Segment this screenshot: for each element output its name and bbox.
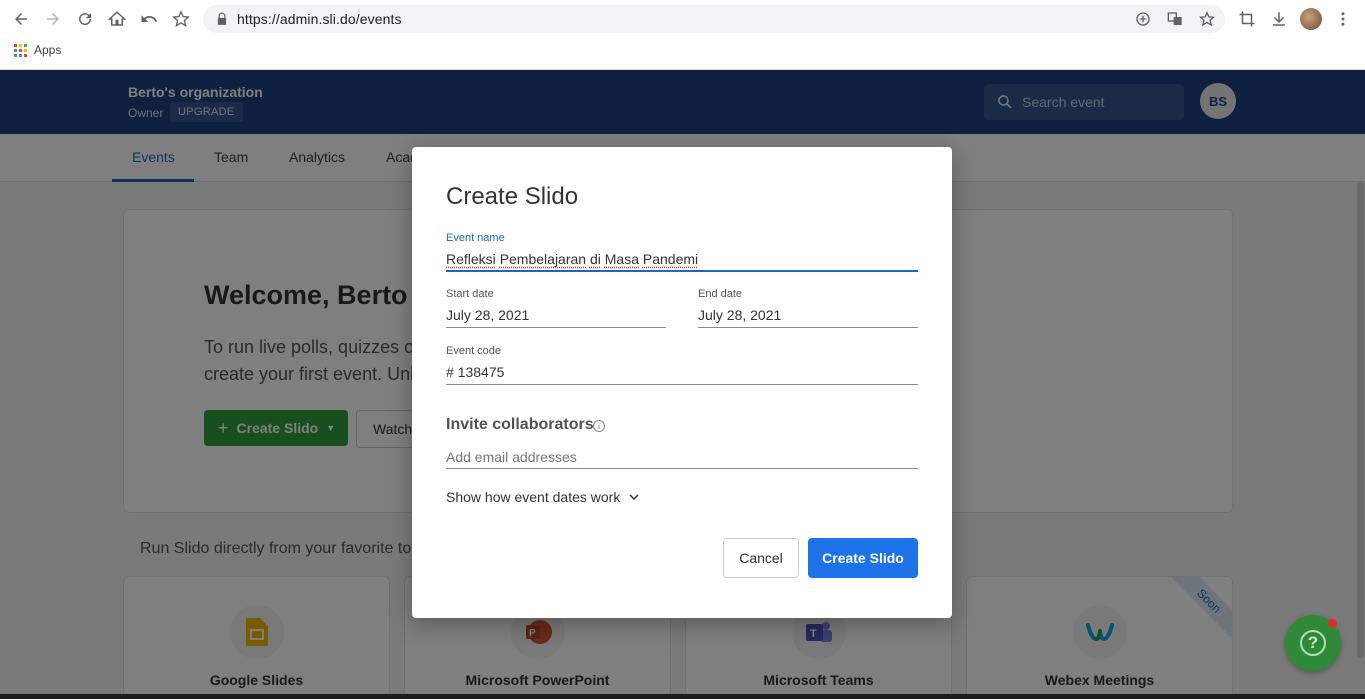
- show-dates-label: Show how event dates work: [446, 489, 621, 505]
- apps-grid-dot: [19, 49, 22, 52]
- invite-email-input[interactable]: [446, 445, 918, 469]
- apps-grid-dot: [24, 54, 27, 57]
- event-name-word: Masa: [604, 251, 639, 267]
- event-name-word: Pandemi: [642, 251, 699, 267]
- undo-icon[interactable]: [139, 9, 159, 29]
- reload-icon[interactable]: [75, 9, 95, 29]
- show-event-dates-toggle[interactable]: Show how event dates work: [446, 489, 640, 505]
- url-text[interactable]: https://admin.sli.do/events: [237, 11, 402, 27]
- install-icon[interactable]: [1135, 11, 1151, 27]
- address-bar[interactable]: https://admin.sli.do/events: [203, 5, 1225, 33]
- crop-icon[interactable]: [1237, 9, 1257, 29]
- end-date-underline: [698, 327, 918, 328]
- event-code-label: Event code: [446, 345, 502, 357]
- event-code-value: 138475: [457, 364, 505, 380]
- apps-bookmark[interactable]: Apps: [34, 43, 61, 57]
- create-slido-button[interactable]: Create Slido: [808, 538, 918, 578]
- end-date-label: End date: [698, 288, 743, 300]
- create-slido-dialog: Create Slido Event name Refleksi Pembela…: [412, 147, 952, 618]
- translate-icon[interactable]: [1167, 11, 1183, 27]
- browser-toolbar: https://admin.sli.do/events: [0, 0, 1365, 38]
- cancel-button[interactable]: Cancel: [723, 538, 799, 578]
- lock-icon: [215, 12, 229, 26]
- notification-dot: [1328, 619, 1337, 628]
- event-name-word: di: [589, 251, 601, 267]
- hash-prefix: #: [446, 364, 454, 380]
- chevron-down-icon: [629, 494, 639, 501]
- event-name-label: Event name: [446, 232, 505, 244]
- start-date-label: Start date: [446, 288, 494, 300]
- profile-avatar[interactable]: [1300, 8, 1322, 30]
- help-icon: ?: [1300, 630, 1326, 656]
- bookmarks-bar: Apps: [0, 38, 1365, 70]
- download-icon[interactable]: [1269, 9, 1289, 29]
- bookmark-star-icon[interactable]: [171, 9, 191, 29]
- start-date-underline: [446, 327, 666, 328]
- apps-grid-dot: [19, 44, 22, 47]
- info-icon[interactable]: i: [593, 420, 605, 432]
- apps-grid-dot: [19, 54, 22, 57]
- event-name-input[interactable]: Refleksi Pembelajaran di Masa Pandemi: [446, 251, 698, 267]
- apps-grid-dot: [14, 54, 17, 57]
- apps-grid-dot: [24, 49, 27, 52]
- start-date-input[interactable]: July 28, 2021: [446, 307, 529, 323]
- forward-icon[interactable]: [43, 9, 63, 29]
- event-code-underline: [446, 384, 918, 385]
- end-date-input[interactable]: July 28, 2021: [698, 307, 781, 323]
- home-icon[interactable]: [107, 9, 127, 29]
- more-menu-icon[interactable]: [1333, 9, 1353, 29]
- apps-grid-icon[interactable]: [14, 44, 27, 57]
- event-code-input[interactable]: # 138475: [446, 364, 504, 380]
- event-name-underline: [446, 270, 918, 272]
- star-icon[interactable]: [1198, 11, 1216, 27]
- window-bottom-edge: [0, 694, 1365, 699]
- apps-grid-dot: [14, 44, 17, 47]
- apps-grid-dot: [24, 44, 27, 47]
- page-scrollbar[interactable]: [1357, 182, 1364, 658]
- back-icon[interactable]: [11, 9, 31, 29]
- event-name-word: Refleksi: [446, 251, 496, 267]
- dialog-title: Create Slido: [446, 183, 579, 210]
- invite-collaborators-title: Invite collaborators: [446, 416, 594, 433]
- apps-grid-dot: [14, 49, 17, 52]
- event-name-word: Pembelajaran: [499, 251, 587, 267]
